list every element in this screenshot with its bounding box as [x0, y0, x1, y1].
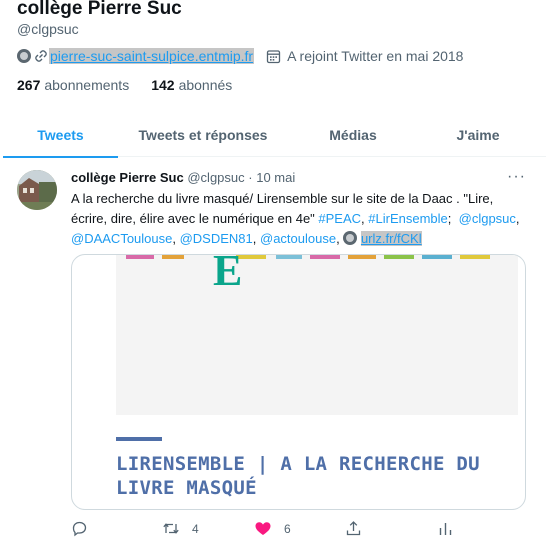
link-card[interactable]: E LIRENSEMBLE | A LA RECHERCHE DU LIVRE … [71, 254, 526, 510]
card-image-letter: E [213, 255, 243, 295]
like-button[interactable]: 6 [254, 520, 291, 537]
more-icon[interactable]: ··· [507, 169, 526, 185]
profile-meta: pierre-suc-saint-sulpice.entmip.fr A rej… [17, 46, 463, 66]
following-stat[interactable]: 267 abonnements [17, 77, 129, 93]
card-title-rule [116, 437, 162, 441]
mention-daactoulouse[interactable]: @DAACToulouse [71, 231, 172, 246]
hashtag-peac[interactable]: #PEAC [318, 211, 361, 226]
profile-handle: @clgpsuc [17, 21, 79, 37]
url-badge-icon [343, 231, 358, 245]
reply-button[interactable] [71, 520, 88, 537]
followers-count: 142 [151, 77, 175, 93]
mention-dsden81[interactable]: @DSDEN81 [180, 231, 253, 246]
share-icon [345, 520, 362, 537]
tab-tweets[interactable]: Tweets [3, 113, 118, 158]
card-banner-letters-icon [126, 255, 490, 259]
tweet-author-handle[interactable]: @clgpsuc [187, 170, 244, 185]
retweet-icon [162, 520, 180, 537]
joined-date: A rejoint Twitter en mai 2018 [287, 48, 464, 64]
mention-actoulouse[interactable]: @actoulouse [260, 231, 336, 246]
tab-tweets-and-replies[interactable]: Tweets et réponses [118, 113, 288, 157]
profile-tabs: Tweets Tweets et réponses Médias J'aime [3, 113, 546, 158]
calendar-icon [266, 49, 281, 64]
profile-stats: 267 abonnements 142 abonnés [17, 77, 254, 93]
tweet-separator: · [248, 170, 253, 185]
following-count: 267 [17, 77, 41, 93]
like-count: 6 [284, 521, 291, 536]
tab-likes[interactable]: J'aime [418, 113, 538, 157]
followers-stat[interactable]: 142 abonnés [151, 77, 232, 93]
avatar[interactable] [17, 170, 57, 210]
tweet-actions: 4 6 [71, 520, 471, 540]
short-url-link[interactable]: urlz.fr/fCKl [360, 231, 422, 246]
analytics-icon [437, 520, 454, 537]
share-button[interactable] [345, 520, 362, 537]
website-link[interactable]: pierre-suc-saint-sulpice.entmip.fr [49, 48, 255, 64]
retweet-button[interactable]: 4 [162, 520, 199, 537]
retweet-count: 4 [192, 521, 199, 536]
following-label: abonnements [44, 77, 130, 93]
link-icon [33, 48, 49, 64]
tweet-text: A la recherche du livre masqué/ Lirensem… [71, 191, 520, 246]
tweet[interactable]: collège Pierre Suc @clgpsuc · 10 mai ···… [0, 158, 546, 551]
tab-media[interactable]: Médias [288, 113, 418, 157]
analytics-button[interactable] [437, 520, 454, 537]
card-image: E [116, 255, 518, 415]
hashtag-lirensemble[interactable]: #LirEnsemble [368, 211, 448, 226]
followers-label: abonnés [178, 77, 233, 93]
heart-icon [254, 520, 272, 537]
mention-clgpsuc[interactable]: @clgpsuc [459, 211, 516, 226]
profile-name: collège Pierre Suc [17, 0, 182, 19]
badge-icon [17, 49, 31, 63]
tweet-author-name[interactable]: collège Pierre Suc [71, 170, 184, 185]
tweet-header: collège Pierre Suc @clgpsuc · 10 mai [71, 170, 295, 185]
card-title: LIRENSEMBLE | A LA RECHERCHE DU LIVRE MA… [116, 453, 480, 499]
reply-icon [71, 520, 88, 537]
tweet-date[interactable]: 10 mai [256, 170, 295, 185]
